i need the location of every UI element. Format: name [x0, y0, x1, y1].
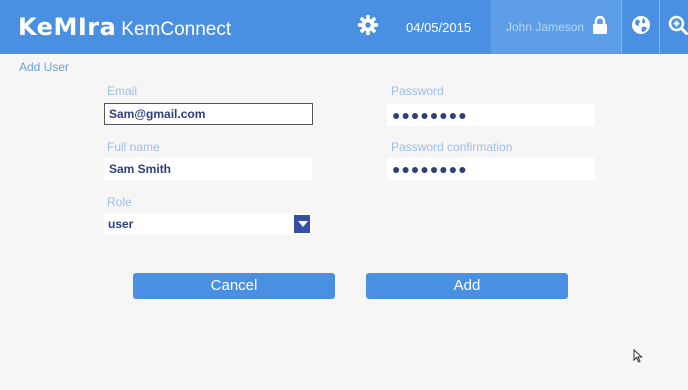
email-field[interactable]	[104, 103, 313, 125]
brand[interactable]: KeMIra KemConnect	[18, 13, 231, 41]
role-label: Role	[107, 195, 132, 209]
role-select-value: user	[108, 217, 134, 231]
role-dropdown-toggle[interactable]	[292, 213, 312, 235]
gear-icon[interactable]	[357, 14, 379, 36]
user-name: John Jameson	[506, 20, 585, 34]
header-date: 04/05/2015	[406, 20, 472, 35]
password-field[interactable]	[387, 104, 595, 126]
page-title: Add User	[19, 60, 70, 74]
password-confirmation-field[interactable]	[387, 158, 595, 180]
full-name-field[interactable]	[104, 158, 312, 180]
chevron-down-icon	[298, 221, 308, 227]
password-label: Password	[391, 84, 444, 98]
role-select[interactable]: user	[104, 213, 312, 235]
zoom-in-icon	[668, 15, 688, 35]
cancel-button[interactable]: Cancel	[133, 273, 335, 299]
globe-button[interactable]	[621, 0, 659, 54]
zoom-in-button[interactable]	[659, 0, 688, 54]
user-menu[interactable]: John Jameson	[491, 0, 621, 54]
brand-logo: KeMIra	[18, 13, 117, 41]
globe-icon	[632, 16, 650, 34]
app-name: KemConnect	[121, 19, 232, 40]
app-header: KeMIra KemConnect 04/05/2015 John Jameso…	[0, 0, 688, 54]
add-button[interactable]: Add	[366, 273, 568, 299]
full-name-label: Full name	[107, 140, 160, 154]
lock-icon[interactable]	[592, 15, 608, 35]
email-label: Email	[107, 84, 138, 98]
password-confirmation-label: Password confirmation	[391, 140, 513, 154]
mouse-pointer-icon	[633, 349, 643, 363]
